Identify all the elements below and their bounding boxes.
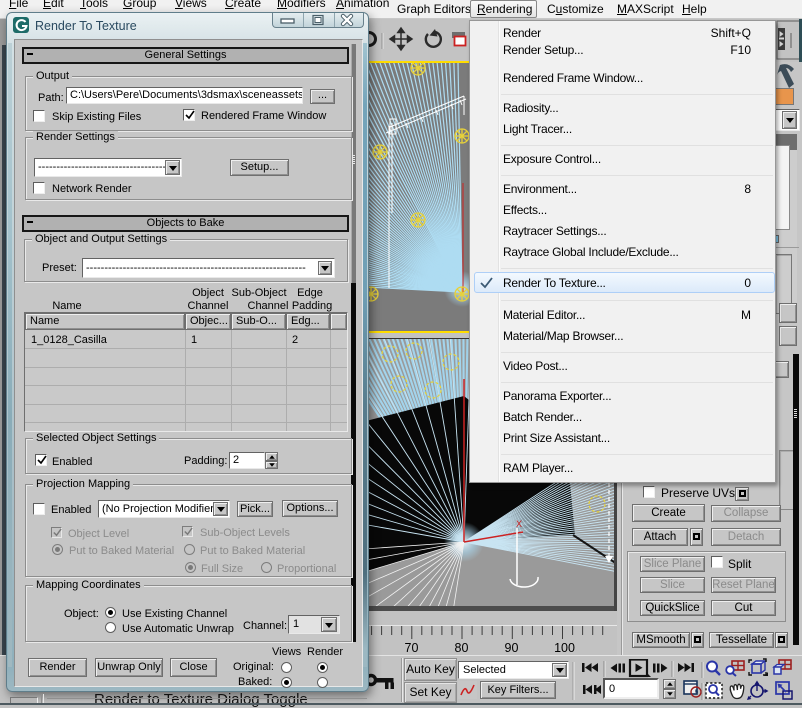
svg-text:80: 80 [455, 641, 469, 655]
svg-text:70: 70 [405, 641, 419, 655]
svg-text:X: X [516, 519, 522, 529]
svg-text:90: 90 [505, 641, 519, 655]
svg-text:100: 100 [554, 641, 575, 655]
